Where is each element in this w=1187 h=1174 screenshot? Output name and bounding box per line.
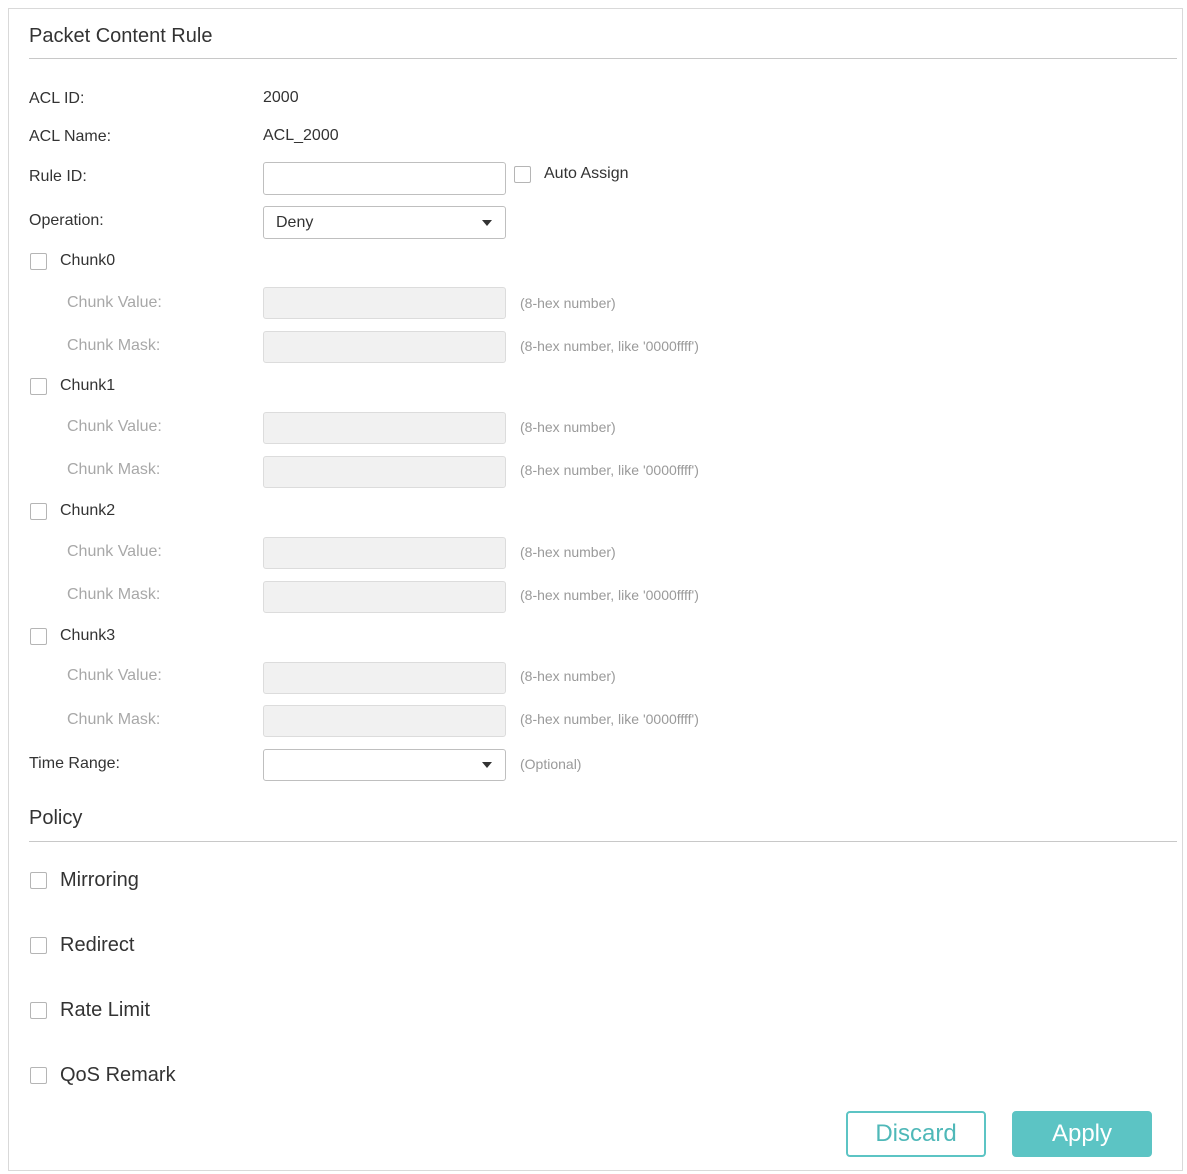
time-range-select[interactable] (263, 749, 506, 781)
chevron-down-icon (482, 219, 492, 226)
chevron-down-icon (482, 762, 492, 768)
chunk0-label[interactable]: Chunk0 (60, 252, 115, 270)
mirroring-label[interactable]: Mirroring (60, 869, 139, 892)
operation-label: Operation: (29, 212, 104, 229)
chunk2-label[interactable]: Chunk2 (60, 502, 115, 520)
auto-assign-label[interactable]: Auto Assign (544, 165, 629, 183)
rule-id-input[interactable] (263, 162, 506, 195)
chunk2-mask-hint: (8-hex number, like '0000ffff') (520, 587, 699, 603)
section-title-policy: Policy (29, 807, 83, 829)
chunk1-value-hint: (8-hex number) (520, 419, 616, 435)
chunk3-value-input[interactable] (263, 662, 506, 694)
chunk2-checkbox[interactable] (30, 503, 47, 520)
redirect-checkbox[interactable] (30, 937, 47, 954)
operation-selected-value: Deny (276, 213, 314, 231)
chunk1-mask-hint: (8-hex number, like '0000ffff') (520, 462, 699, 478)
chunk0-value-input[interactable] (263, 287, 506, 319)
chunk3-mask-label: Chunk Mask: (67, 711, 161, 728)
chunk0-mask-hint: (8-hex number, like '0000ffff') (520, 338, 699, 354)
redirect-label[interactable]: Redirect (60, 934, 134, 957)
discard-button[interactable]: Discard (846, 1111, 986, 1157)
chunk1-mask-label: Chunk Mask: (67, 461, 161, 478)
chunk3-mask-input[interactable] (263, 705, 506, 737)
chunk0-mask-input[interactable] (263, 331, 506, 363)
mirroring-checkbox[interactable] (30, 872, 47, 889)
chunk3-mask-hint: (8-hex number, like '0000ffff') (520, 711, 699, 727)
chunk1-value-input[interactable] (263, 412, 506, 444)
chunk1-mask-input[interactable] (263, 456, 506, 488)
auto-assign-checkbox[interactable] (514, 166, 531, 183)
chunk3-label[interactable]: Chunk3 (60, 627, 115, 645)
rate-limit-checkbox[interactable] (30, 1002, 47, 1019)
chunk3-value-hint: (8-hex number) (520, 668, 616, 684)
chunk0-value-label: Chunk Value: (67, 294, 162, 311)
chunk2-value-input[interactable] (263, 537, 506, 569)
chunk1-checkbox[interactable] (30, 378, 47, 395)
operation-select[interactable]: Deny (263, 206, 506, 239)
chunk0-value-hint: (8-hex number) (520, 295, 616, 311)
chunk3-checkbox[interactable] (30, 628, 47, 645)
chunk1-label[interactable]: Chunk1 (60, 377, 115, 395)
time-range-label: Time Range: (29, 755, 120, 772)
rule-id-label: Rule ID: (29, 168, 87, 185)
chunk0-mask-label: Chunk Mask: (67, 337, 161, 354)
apply-button[interactable]: Apply (1012, 1111, 1152, 1157)
acl-name-label: ACL Name: (29, 128, 112, 145)
section-title-packet-content-rule: Packet Content Rule (29, 25, 213, 47)
chunk2-mask-label: Chunk Mask: (67, 586, 161, 603)
acl-id-value: 2000 (263, 89, 299, 106)
chunk2-mask-input[interactable] (263, 581, 506, 613)
chunk2-value-hint: (8-hex number) (520, 544, 616, 560)
chunk3-value-label: Chunk Value: (67, 667, 162, 684)
qos-remark-label[interactable]: QoS Remark (60, 1064, 176, 1087)
section-divider (29, 841, 1177, 842)
rate-limit-label[interactable]: Rate Limit (60, 999, 150, 1022)
time-range-hint: (Optional) (520, 756, 582, 772)
chunk0-checkbox[interactable] (30, 253, 47, 270)
acl-name-value: ACL_2000 (263, 127, 339, 144)
acl-id-label: ACL ID: (29, 90, 85, 107)
chunk1-value-label: Chunk Value: (67, 418, 162, 435)
qos-remark-checkbox[interactable] (30, 1067, 47, 1084)
chunk2-value-label: Chunk Value: (67, 543, 162, 560)
section-divider (29, 58, 1177, 59)
